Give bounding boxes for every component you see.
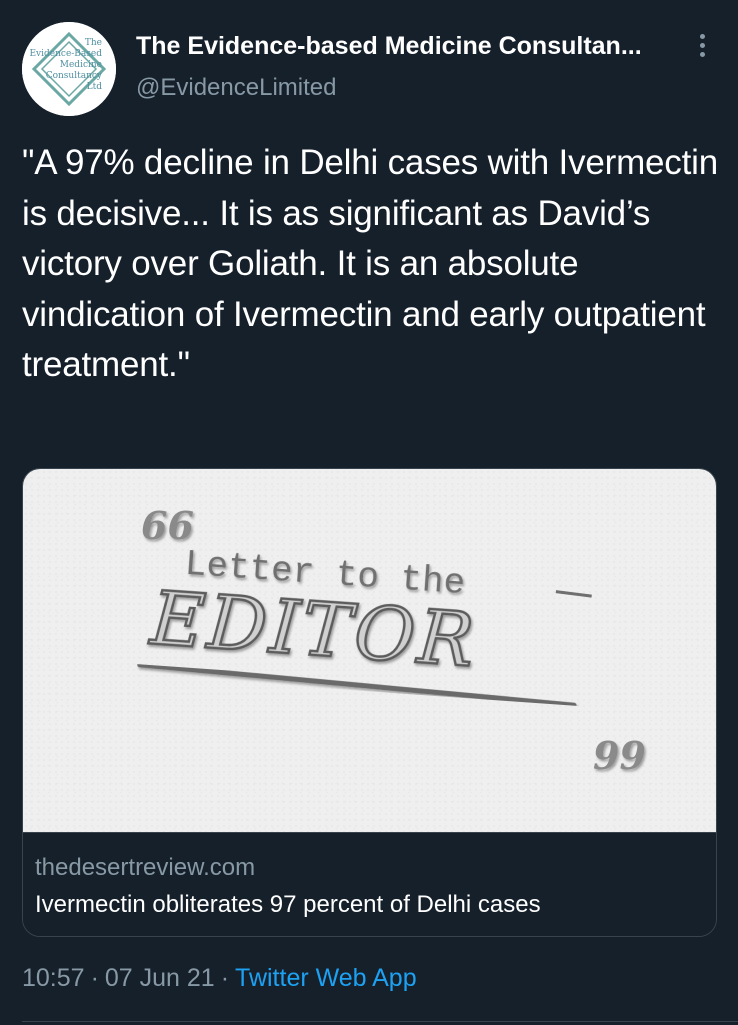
avatar[interactable]: The Evidence-Based Medicine Consultancy …: [22, 22, 116, 116]
tweet-meta: 10:57 · 07 Jun 21 · Twitter Web App: [22, 962, 417, 994]
separator-dot: ·: [90, 964, 99, 992]
link-card[interactable]: 66 Letter to the EDITOR 99 thedesertrevi…: [22, 468, 717, 937]
evidence-limited-logo: The Evidence-Based Medicine Consultancy …: [22, 22, 116, 116]
divider: [22, 1021, 738, 1022]
logo-line-5: Ltd: [87, 82, 103, 92]
card-domain: thedesertreview.com: [35, 854, 256, 881]
logo-line-4: Consultancy: [46, 71, 103, 81]
tweet-time[interactable]: 10:57: [22, 964, 85, 992]
logo-line-2: Evidence-Based: [29, 49, 102, 59]
more-vertical-icon[interactable]: [690, 30, 714, 64]
logo-line-1: The: [85, 38, 102, 48]
author-info[interactable]: The Evidence-based Medicine Consultan...…: [136, 30, 681, 104]
card-image[interactable]: 66 Letter to the EDITOR 99: [23, 469, 716, 833]
tweet-text: "A 97% decline in Delhi cases with Iverm…: [22, 143, 718, 384]
logo-line-3: Medicine: [60, 60, 102, 70]
author-handle[interactable]: @EvidenceLimited: [136, 72, 681, 104]
card-title: Ivermectin obliterates 97 percent of Del…: [35, 891, 541, 918]
close-quote-mark: 99: [593, 733, 646, 778]
tweet: The Evidence-Based Medicine Consultancy …: [0, 0, 738, 1025]
tweet-source-link[interactable]: Twitter Web App: [235, 964, 417, 992]
author-display-name[interactable]: The Evidence-based Medicine Consultan...: [136, 30, 681, 62]
card-meta[interactable]: thedesertreview.com Ivermectin obliterat…: [23, 833, 716, 936]
separator-dot: ·: [220, 964, 230, 992]
tweet-date[interactable]: 07 Jun 21: [105, 964, 215, 992]
letter-to-editor-graphic: 66 Letter to the EDITOR 99: [137, 503, 646, 778]
open-quote-mark: 66: [141, 503, 194, 548]
